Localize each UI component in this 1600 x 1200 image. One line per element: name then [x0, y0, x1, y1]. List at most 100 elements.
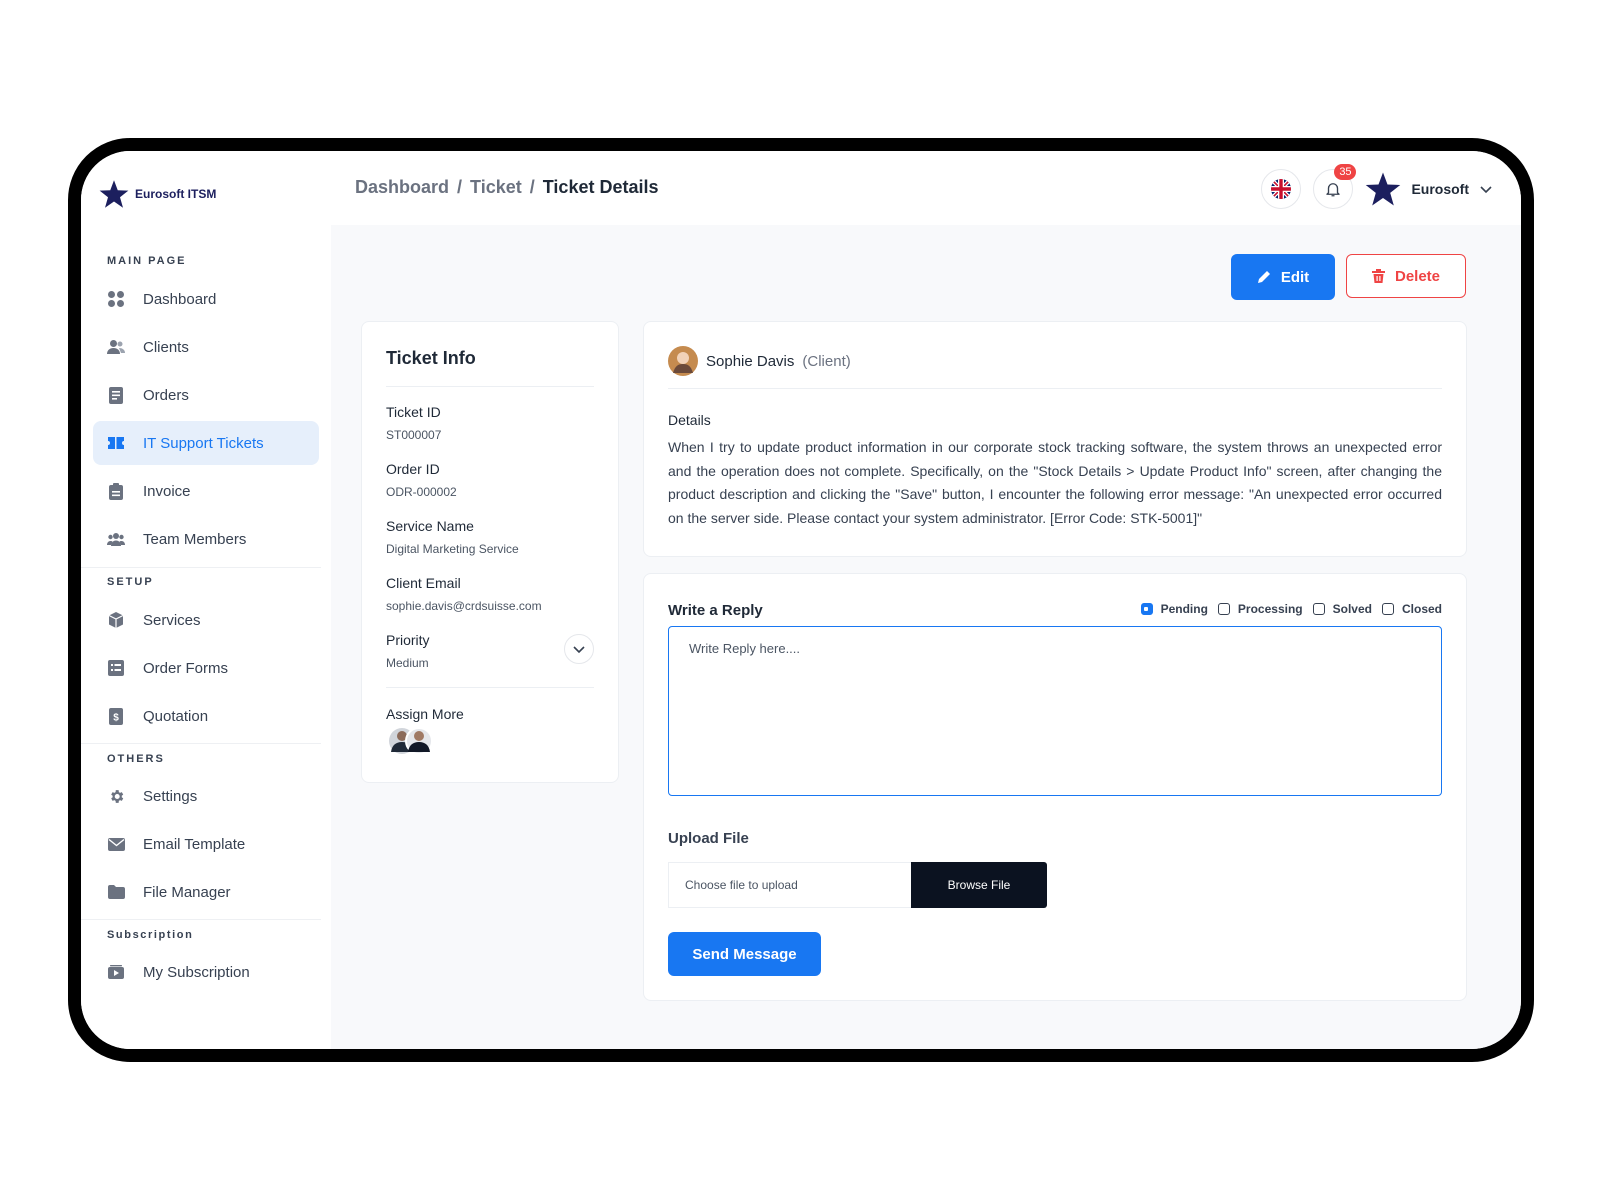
- section-subscription: Subscription: [107, 929, 194, 941]
- upload-file-label: Upload File: [668, 830, 749, 847]
- svg-text:$: $: [113, 712, 119, 723]
- client-name: Sophie Davis: [706, 352, 795, 370]
- client-avatar[interactable]: [668, 346, 698, 376]
- breadcrumb-dashboard[interactable]: Dashboard: [355, 177, 449, 197]
- client-email-label: Client Email: [386, 575, 461, 591]
- sidebar-item-invoice[interactable]: Invoice: [93, 469, 319, 513]
- bell-icon: [1326, 183, 1341, 197]
- sidebar-item-label: Order Forms: [143, 659, 229, 677]
- email-icon: [107, 835, 125, 853]
- service-name-value: Digital Marketing Service: [386, 542, 519, 556]
- ticket-info-card: Ticket Info Ticket ID ST000007 Order ID …: [361, 321, 619, 783]
- sidebar-item-it-support-tickets[interactable]: IT Support Tickets: [93, 421, 319, 465]
- priority-value: Medium: [386, 656, 429, 670]
- status-label: Pending: [1160, 602, 1208, 616]
- box-icon: [107, 611, 125, 629]
- sidebar-item-order-forms[interactable]: Order Forms: [93, 646, 319, 690]
- user-menu[interactable]: Eurosoft: [1365, 171, 1493, 207]
- sidebar-item-settings[interactable]: Settings: [93, 774, 319, 818]
- team-icon: [107, 530, 125, 548]
- sidebar-item-quotation[interactable]: $ Quotation: [93, 694, 319, 738]
- sidebar-item-label: Quotation: [143, 707, 209, 725]
- top-header: Dashboard / Ticket / Ticket Details 35 E…: [331, 151, 1521, 225]
- status-checkbox[interactable]: [1312, 603, 1325, 615]
- browse-file-button[interactable]: Browse File: [911, 862, 1047, 908]
- brand-name: Eurosoft ITSM: [135, 187, 217, 201]
- status-closed[interactable]: Closed: [1381, 602, 1442, 616]
- status-pending[interactable]: Pending: [1140, 602, 1208, 616]
- delete-button[interactable]: Delete: [1346, 254, 1466, 298]
- user-name: Eurosoft: [1411, 181, 1469, 197]
- sidebar-item-label: Team Members: [143, 530, 247, 548]
- sidebar-item-label: Dashboard: [143, 290, 217, 308]
- send-message-button[interactable]: Send Message: [668, 932, 821, 976]
- section-setup: SETUP: [107, 576, 154, 588]
- priority-dropdown-toggle[interactable]: [564, 634, 594, 664]
- sidebar-item-label: IT Support Tickets: [143, 434, 264, 452]
- assigned-avatars[interactable]: [388, 726, 434, 756]
- status-checkbox[interactable]: [1381, 603, 1394, 615]
- language-button[interactable]: [1261, 169, 1302, 209]
- gear-icon: [107, 787, 125, 805]
- sidebar-divider: [81, 743, 321, 744]
- section-main-page: MAIN PAGE: [107, 255, 187, 267]
- main-content: Edit Delete Ticket Info Ticket ID ST0000…: [331, 225, 1521, 1049]
- edit-button[interactable]: Edit: [1231, 254, 1335, 300]
- status-processing[interactable]: Processing: [1217, 602, 1303, 616]
- device-frame: Eurosoft ITSM MAIN PAGE Dashboard Client…: [68, 138, 1534, 1062]
- play-icon: [107, 963, 125, 981]
- users-icon: [107, 338, 125, 356]
- sidebar-item-email-template[interactable]: Email Template: [93, 822, 319, 866]
- edit-label: Edit: [1280, 268, 1310, 286]
- status-solved[interactable]: Solved: [1312, 602, 1372, 616]
- document-icon: [107, 386, 125, 404]
- ticket-icon: [107, 434, 125, 452]
- sidebar-item-orders[interactable]: Orders: [93, 373, 319, 417]
- sidebar-item-clients[interactable]: Clients: [93, 325, 319, 369]
- sidebar-item-label: Settings: [143, 787, 198, 805]
- chevron-down-icon: [573, 646, 585, 654]
- status-label: Processing: [1237, 602, 1303, 616]
- file-upload-input[interactable]: Choose file to upload: [668, 862, 912, 908]
- order-id-label: Order ID: [386, 461, 440, 477]
- ticket-detail-card: Sophie Davis (Client) Details When I try…: [643, 321, 1467, 557]
- ticket-info-title: Ticket Info: [386, 348, 476, 368]
- divider: [386, 386, 594, 387]
- sidebar-divider: [81, 567, 321, 568]
- sidebar-item-label: Email Template: [143, 835, 246, 853]
- priority-label: Priority: [386, 632, 430, 648]
- sidebar-item-label: Clients: [143, 338, 189, 356]
- details-text: When I try to update product information…: [668, 439, 1442, 526]
- status-label: Closed: [1401, 602, 1442, 616]
- sidebar-item-dashboard[interactable]: Dashboard: [93, 277, 319, 321]
- sidebar-item-team-members[interactable]: Team Members: [93, 517, 319, 561]
- reply-textarea[interactable]: [668, 626, 1442, 796]
- team-avatars-icon: [389, 727, 433, 755]
- divider: [668, 388, 1442, 389]
- details-label: Details: [668, 412, 711, 428]
- client-email-value: sophie.davis@crdsuisse.com: [386, 599, 542, 613]
- sidebar: Eurosoft ITSM MAIN PAGE Dashboard Client…: [81, 151, 331, 1049]
- status-checkbox[interactable]: [1140, 603, 1153, 615]
- chevron-down-icon: [1480, 186, 1492, 194]
- client-row: Sophie Davis (Client): [668, 346, 851, 376]
- clipboard-icon: [107, 482, 125, 500]
- sidebar-item-services[interactable]: Services: [93, 598, 319, 642]
- sidebar-item-my-subscription[interactable]: My Subscription: [93, 950, 319, 994]
- sidebar-item-label: Orders: [143, 386, 189, 404]
- assign-more-label: Assign More: [386, 706, 464, 722]
- sidebar-item-label: Invoice: [143, 482, 191, 500]
- sidebar-item-label: Services: [143, 611, 201, 629]
- ticket-id-label: Ticket ID: [386, 404, 441, 420]
- sidebar-item-file-manager[interactable]: File Manager: [93, 870, 319, 914]
- trash-icon: [1371, 269, 1385, 283]
- status-options: Pending Processing Solved Closed: [1140, 602, 1442, 616]
- breadcrumb-ticket[interactable]: Ticket: [470, 177, 522, 197]
- status-label: Solved: [1332, 602, 1372, 616]
- breadcrumb-separator: /: [529, 177, 535, 197]
- grid-icon: [107, 290, 125, 308]
- brand-logo[interactable]: Eurosoft ITSM: [99, 179, 216, 209]
- status-checkbox[interactable]: [1217, 603, 1230, 615]
- form-icon: [107, 659, 125, 677]
- notifications-button[interactable]: 35: [1313, 164, 1357, 209]
